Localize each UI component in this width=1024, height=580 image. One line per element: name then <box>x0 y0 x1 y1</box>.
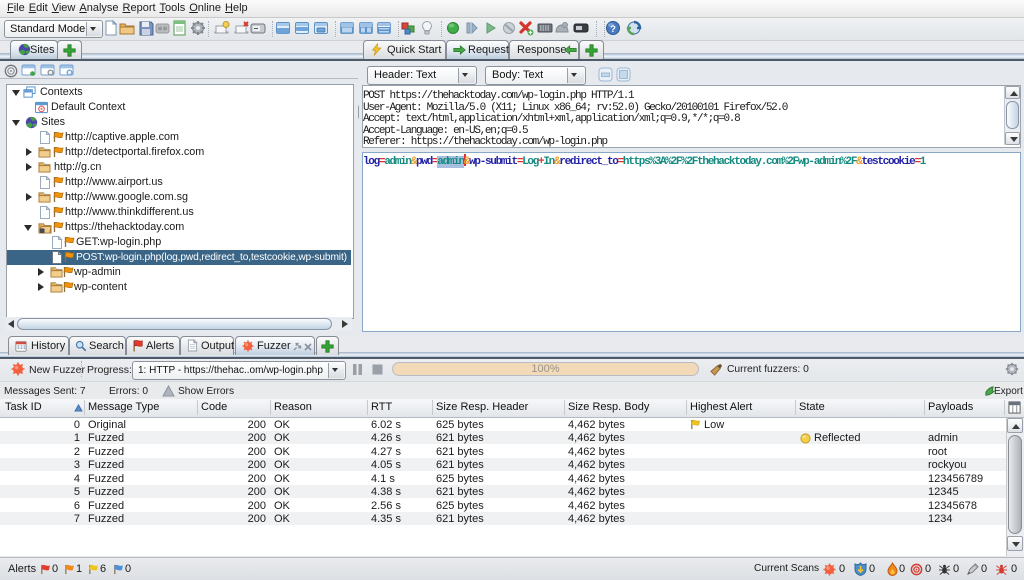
svg-text:?: ? <box>610 24 616 35</box>
